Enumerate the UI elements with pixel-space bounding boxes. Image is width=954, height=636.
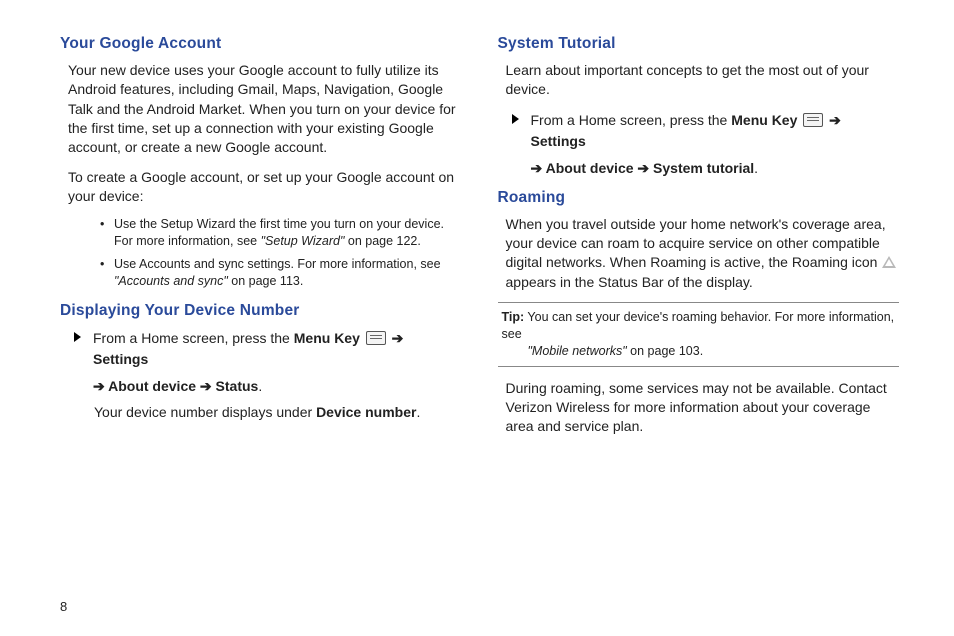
nav-settings: Settings [93,351,148,367]
arrow-icon: ➔ [388,330,404,346]
arrow-icon: ➔ [825,112,841,128]
arrow-icon: ➔ [93,378,108,394]
text: Your device number displays under [94,404,316,420]
tip-box: Tip: You can set your device's roaming b… [498,302,900,367]
text: . [258,378,262,394]
reference-link: "Mobile networks" [528,344,627,358]
arrow-icon: ➔ [196,378,216,394]
two-column-layout: Your Google Account Your new device uses… [60,35,899,446]
step-item: From a Home screen, press the Menu Key ➔… [74,328,462,397]
manual-page: Your Google Account Your new device uses… [0,0,954,636]
text: on page 122. [344,234,420,248]
menu-key-icon [366,331,386,345]
right-column: System Tutorial Learn about important co… [498,35,900,446]
text: . [416,404,420,420]
text: . [754,160,758,176]
heading-google-account: Your Google Account [60,35,462,53]
step-marker-icon [74,332,81,342]
paragraph: Your new device uses your Google account… [60,61,462,158]
step-item: From a Home screen, press the Menu Key ➔… [512,110,900,179]
text: When you travel outside your home networ… [506,216,886,271]
text: From a Home screen, press the [531,112,732,128]
nav-settings: Settings [531,133,586,149]
text: on page 103. [627,344,703,358]
step-result: Your device number displays under Device… [94,403,462,423]
nav-about-device: About device [546,160,634,176]
paragraph: To create a Google account, or set up yo… [60,168,462,207]
left-column: Your Google Account Your new device uses… [60,35,462,446]
roaming-icon [882,256,896,268]
paragraph: During roaming, some services may not be… [498,379,900,437]
list-item: Use the Setup Wizard the first time you … [104,216,462,250]
paragraph: When you travel outside your home networ… [498,215,900,292]
step-text: From a Home screen, press the Menu Key ➔… [531,110,900,179]
nav-about-device: About device [108,378,196,394]
menu-key-icon [803,113,823,127]
step-text: From a Home screen, press the Menu Key ➔… [93,328,462,397]
text: Use Accounts and sync settings. For more… [114,257,441,271]
text: From a Home screen, press the [93,330,294,346]
step-marker-icon [512,114,519,124]
heading-device-number: Displaying Your Device Number [60,302,462,320]
device-number-label: Device number [316,404,416,420]
page-number: 8 [60,599,67,614]
nav-status: Status [216,378,259,394]
list-item: Use Accounts and sync settings. For more… [104,256,462,290]
arrow-icon: ➔ [634,160,654,176]
menu-key-label: Menu Key [731,112,797,128]
heading-system-tutorial: System Tutorial [498,35,900,53]
heading-roaming: Roaming [498,189,900,207]
reference-link: "Setup Wizard" [261,234,345,248]
arrow-icon: ➔ [531,160,546,176]
menu-key-label: Menu Key [294,330,360,346]
reference-link: "Accounts and sync" [114,274,228,288]
bullet-list: Use the Setup Wizard the first time you … [60,216,462,290]
text: on page 113. [228,274,304,288]
text: You can set your device's roaming behavi… [502,310,895,341]
paragraph: Learn about important concepts to get th… [498,61,900,100]
nav-system-tutorial: System tutorial [653,160,754,176]
text: appears in the Status Bar of the display… [506,274,753,290]
tip-label: Tip: [502,310,525,324]
